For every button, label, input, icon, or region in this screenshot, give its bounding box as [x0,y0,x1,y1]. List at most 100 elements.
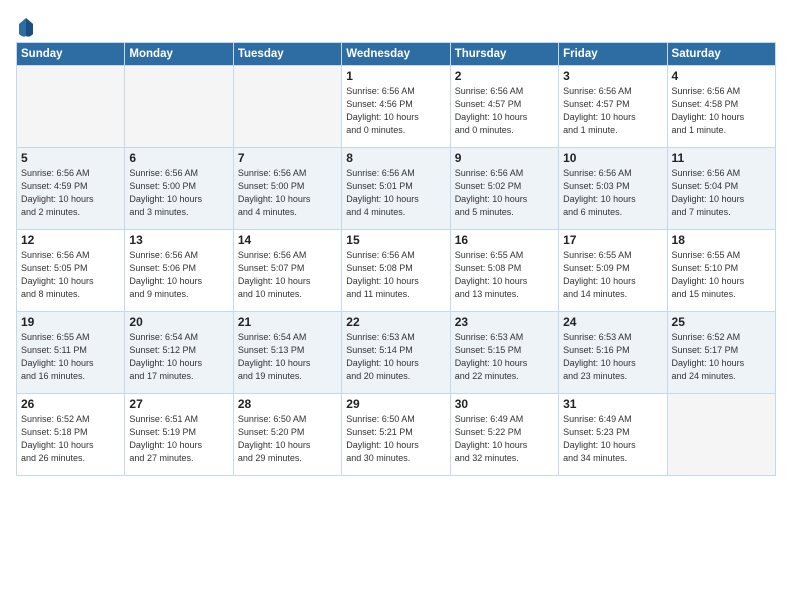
calendar-day-cell: 14 Sunrise: 6:56 AM Sunset: 5:07 PM Dayli… [233,230,341,312]
calendar-week-row: 19 Sunrise: 6:55 AM Sunset: 5:11 PM Dayli… [17,312,776,394]
day-number: 25 [672,315,771,329]
day-info: Sunrise: 6:53 AM Sunset: 5:15 PM Dayligh… [455,331,554,383]
calendar-day-cell: 30 Sunrise: 6:49 AM Sunset: 5:22 PM Dayli… [450,394,558,476]
weekday-header: Wednesday [342,43,450,66]
day-number: 28 [238,397,337,411]
day-info: Sunrise: 6:50 AM Sunset: 5:20 PM Dayligh… [238,413,337,465]
calendar-day-cell: 28 Sunrise: 6:50 AM Sunset: 5:20 PM Dayli… [233,394,341,476]
day-info: Sunrise: 6:49 AM Sunset: 5:22 PM Dayligh… [455,413,554,465]
day-number: 7 [238,151,337,165]
day-info: Sunrise: 6:55 AM Sunset: 5:08 PM Dayligh… [455,249,554,301]
weekday-header: Tuesday [233,43,341,66]
calendar-day-cell: 10 Sunrise: 6:56 AM Sunset: 5:03 PM Dayli… [559,148,667,230]
calendar-day-cell [125,66,233,148]
day-number: 13 [129,233,228,247]
weekday-header: Thursday [450,43,558,66]
day-info: Sunrise: 6:56 AM Sunset: 5:00 PM Dayligh… [238,167,337,219]
day-number: 3 [563,69,662,83]
day-info: Sunrise: 6:56 AM Sunset: 5:06 PM Dayligh… [129,249,228,301]
calendar-week-row: 12 Sunrise: 6:56 AM Sunset: 5:05 PM Dayli… [17,230,776,312]
calendar-day-cell: 4 Sunrise: 6:56 AM Sunset: 4:58 PM Daylig… [667,66,775,148]
day-info: Sunrise: 6:56 AM Sunset: 5:05 PM Dayligh… [21,249,120,301]
day-number: 9 [455,151,554,165]
day-number: 5 [21,151,120,165]
calendar-day-cell: 16 Sunrise: 6:55 AM Sunset: 5:08 PM Dayli… [450,230,558,312]
day-info: Sunrise: 6:54 AM Sunset: 5:13 PM Dayligh… [238,331,337,383]
day-info: Sunrise: 6:56 AM Sunset: 4:59 PM Dayligh… [21,167,120,219]
calendar-day-cell: 18 Sunrise: 6:55 AM Sunset: 5:10 PM Dayli… [667,230,775,312]
calendar-day-cell: 8 Sunrise: 6:56 AM Sunset: 5:01 PM Daylig… [342,148,450,230]
day-number: 31 [563,397,662,411]
calendar-day-cell [667,394,775,476]
logo-icon [17,16,35,38]
calendar-day-cell: 17Sunrise: 6:55 AM Sunset: 5:09 PM Dayli… [559,230,667,312]
day-info: Sunrise: 6:56 AM Sunset: 4:57 PM Dayligh… [455,85,554,137]
day-info: Sunrise: 6:49 AM Sunset: 5:23 PM Dayligh… [563,413,662,465]
day-number: 4 [672,69,771,83]
weekday-header: Friday [559,43,667,66]
day-info: Sunrise: 6:55 AM Sunset: 5:11 PM Dayligh… [21,331,120,383]
day-number: 14 [238,233,337,247]
calendar-day-cell: 11 Sunrise: 6:56 AM Sunset: 5:04 PM Dayli… [667,148,775,230]
day-info: Sunrise: 6:56 AM Sunset: 5:02 PM Dayligh… [455,167,554,219]
day-number: 19 [21,315,120,329]
weekday-header: Sunday [17,43,125,66]
day-number: 24 [563,315,662,329]
day-number: 26 [21,397,120,411]
day-info: Sunrise: 6:56 AM Sunset: 5:00 PM Dayligh… [129,167,228,219]
calendar-table: SundayMondayTuesdayWednesdayThursdayFrid… [16,42,776,476]
day-info: Sunrise: 6:56 AM Sunset: 5:07 PM Dayligh… [238,249,337,301]
calendar-day-cell: 6 Sunrise: 6:56 AM Sunset: 5:00 PM Daylig… [125,148,233,230]
day-number: 11 [672,151,771,165]
day-number: 18 [672,233,771,247]
calendar-day-cell: 9 Sunrise: 6:56 AM Sunset: 5:02 PM Daylig… [450,148,558,230]
day-number: 2 [455,69,554,83]
calendar-day-cell: 20 Sunrise: 6:54 AM Sunset: 5:12 PM Dayli… [125,312,233,394]
calendar-day-cell: 25 Sunrise: 6:52 AM Sunset: 5:17 PM Dayli… [667,312,775,394]
calendar-day-cell: 21 Sunrise: 6:54 AM Sunset: 5:13 PM Dayli… [233,312,341,394]
day-info: Sunrise: 6:52 AM Sunset: 5:18 PM Dayligh… [21,413,120,465]
calendar-week-row: 1Sunrise: 6:56 AM Sunset: 4:56 PM Daylig… [17,66,776,148]
calendar-header-row: SundayMondayTuesdayWednesdayThursdayFrid… [17,43,776,66]
day-number: 6 [129,151,228,165]
day-number: 16 [455,233,554,247]
day-info: Sunrise: 6:50 AM Sunset: 5:21 PM Dayligh… [346,413,445,465]
day-number: 12 [21,233,120,247]
logo [16,16,35,36]
day-number: 17 [563,233,662,247]
calendar-day-cell: 15 Sunrise: 6:56 AM Sunset: 5:08 PM Dayli… [342,230,450,312]
day-info: Sunrise: 6:56 AM Sunset: 4:58 PM Dayligh… [672,85,771,137]
calendar-day-cell [233,66,341,148]
calendar-day-cell: 2 Sunrise: 6:56 AM Sunset: 4:57 PM Daylig… [450,66,558,148]
day-info: Sunrise: 6:52 AM Sunset: 5:17 PM Dayligh… [672,331,771,383]
calendar-day-cell: 22Sunrise: 6:53 AM Sunset: 5:14 PM Dayli… [342,312,450,394]
calendar-day-cell: 29Sunrise: 6:50 AM Sunset: 5:21 PM Dayli… [342,394,450,476]
calendar-day-cell: 26 Sunrise: 6:52 AM Sunset: 5:18 PM Dayli… [17,394,125,476]
calendar-day-cell: 23 Sunrise: 6:53 AM Sunset: 5:15 PM Dayli… [450,312,558,394]
day-number: 1 [346,69,445,83]
weekday-header: Monday [125,43,233,66]
day-number: 15 [346,233,445,247]
day-info: Sunrise: 6:53 AM Sunset: 5:16 PM Dayligh… [563,331,662,383]
day-info: Sunrise: 6:56 AM Sunset: 5:04 PM Dayligh… [672,167,771,219]
day-info: Sunrise: 6:56 AM Sunset: 5:08 PM Dayligh… [346,249,445,301]
day-number: 20 [129,315,228,329]
day-number: 27 [129,397,228,411]
day-number: 8 [346,151,445,165]
calendar-day-cell: 1Sunrise: 6:56 AM Sunset: 4:56 PM Daylig… [342,66,450,148]
weekday-header: Saturday [667,43,775,66]
day-info: Sunrise: 6:55 AM Sunset: 5:10 PM Dayligh… [672,249,771,301]
calendar-day-cell: 31 Sunrise: 6:49 AM Sunset: 5:23 PM Dayli… [559,394,667,476]
day-info: Sunrise: 6:56 AM Sunset: 5:01 PM Dayligh… [346,167,445,219]
day-info: Sunrise: 6:54 AM Sunset: 5:12 PM Dayligh… [129,331,228,383]
calendar-day-cell: 19 Sunrise: 6:55 AM Sunset: 5:11 PM Dayli… [17,312,125,394]
calendar-day-cell: 12 Sunrise: 6:56 AM Sunset: 5:05 PM Dayli… [17,230,125,312]
day-number: 23 [455,315,554,329]
calendar-day-cell: 3Sunrise: 6:56 AM Sunset: 4:57 PM Daylig… [559,66,667,148]
calendar-day-cell: 7 Sunrise: 6:56 AM Sunset: 5:00 PM Daylig… [233,148,341,230]
day-info: Sunrise: 6:51 AM Sunset: 5:19 PM Dayligh… [129,413,228,465]
day-number: 10 [563,151,662,165]
day-info: Sunrise: 6:56 AM Sunset: 5:03 PM Dayligh… [563,167,662,219]
day-number: 30 [455,397,554,411]
day-number: 21 [238,315,337,329]
